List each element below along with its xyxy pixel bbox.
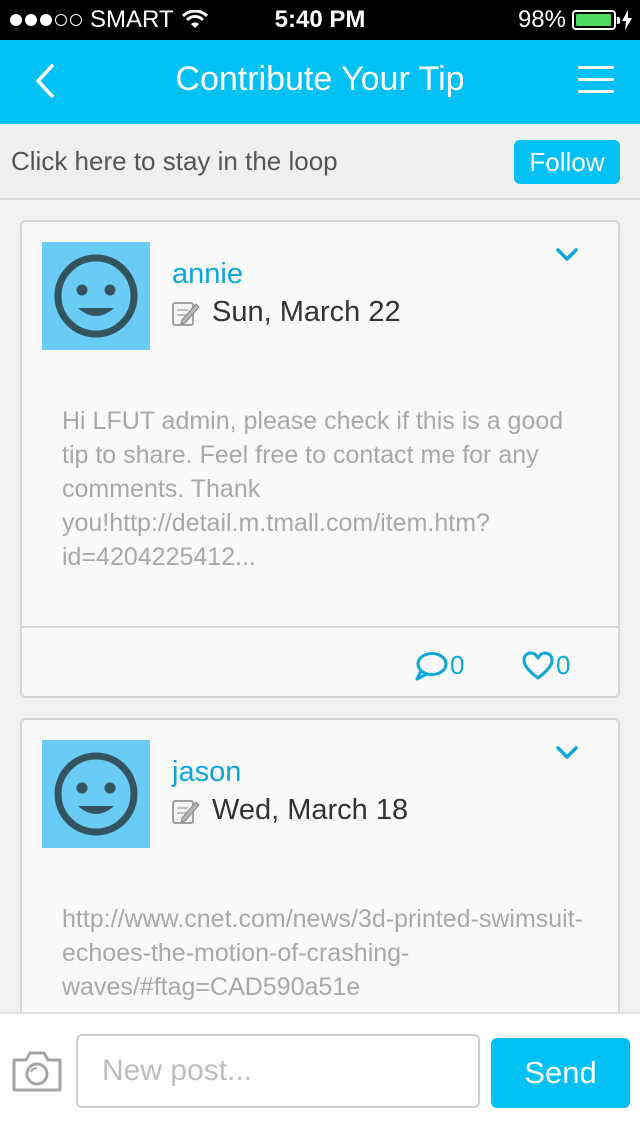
send-button[interactable]: Send (491, 1038, 630, 1108)
avatar[interactable] (42, 740, 150, 848)
page-title: Contribute Your Tip (175, 60, 465, 98)
edit-note-icon (172, 301, 200, 326)
battery-percent: 98% (517, 6, 566, 33)
heart-icon (522, 651, 554, 679)
follow-prompt: Click here to stay in the loop (11, 146, 338, 176)
nav-bar: Contribute Your Tip (0, 40, 640, 124)
comment-count: 0 (450, 650, 465, 680)
post-date: Sun, March 22 (212, 296, 401, 328)
camera-icon (12, 1051, 62, 1092)
edit-note-icon (172, 799, 200, 824)
new-post-input[interactable] (76, 1034, 480, 1108)
like-button[interactable]: 0 (522, 650, 570, 681)
charging-bolt-icon (622, 10, 632, 30)
post-card: jason Wed, March 18 http://www.cnet.com/… (20, 718, 620, 1012)
menu-button[interactable] (578, 66, 614, 96)
battery-level (576, 14, 612, 26)
battery-status: 98% (518, 6, 632, 34)
post-composer: Send (0, 1012, 640, 1136)
post-date-row: Sun, March 22 (170, 296, 401, 329)
follow-button[interactable]: Follow (514, 140, 620, 184)
chevron-down-icon (556, 248, 578, 261)
like-count: 0 (556, 650, 571, 680)
post-username[interactable]: jason (172, 756, 241, 789)
smiley-face-icon (54, 254, 138, 338)
battery-icon (572, 10, 620, 30)
post-username[interactable]: annie (172, 258, 243, 291)
post-feed[interactable]: annie Sun, March 22 Hi LFUT admin, pleas… (0, 200, 640, 1012)
post-options-button[interactable] (556, 248, 578, 262)
follow-banner: Click here to stay in the loop Follow (0, 124, 640, 200)
camera-button[interactable] (10, 1046, 64, 1094)
post-options-button[interactable] (556, 746, 578, 760)
post-body[interactable]: Hi LFUT admin, please check if this is a… (62, 404, 592, 574)
comment-button[interactable]: 0 (414, 650, 464, 681)
avatar[interactable] (42, 242, 150, 350)
post-date-row: Wed, March 18 (170, 794, 408, 827)
card-divider (22, 626, 618, 628)
smiley-face-icon (54, 752, 138, 836)
status-bar: SMART 5:40 PM 98% (0, 0, 640, 40)
post-card: annie Sun, March 22 Hi LFUT admin, pleas… (20, 220, 620, 698)
post-body[interactable]: http://www.cnet.com/news/3d-printed-swim… (62, 902, 592, 1004)
post-date: Wed, March 18 (212, 794, 409, 826)
chevron-down-icon (556, 746, 578, 759)
comment-bubble-icon (415, 651, 448, 680)
hamburger-menu-icon (578, 66, 614, 93)
